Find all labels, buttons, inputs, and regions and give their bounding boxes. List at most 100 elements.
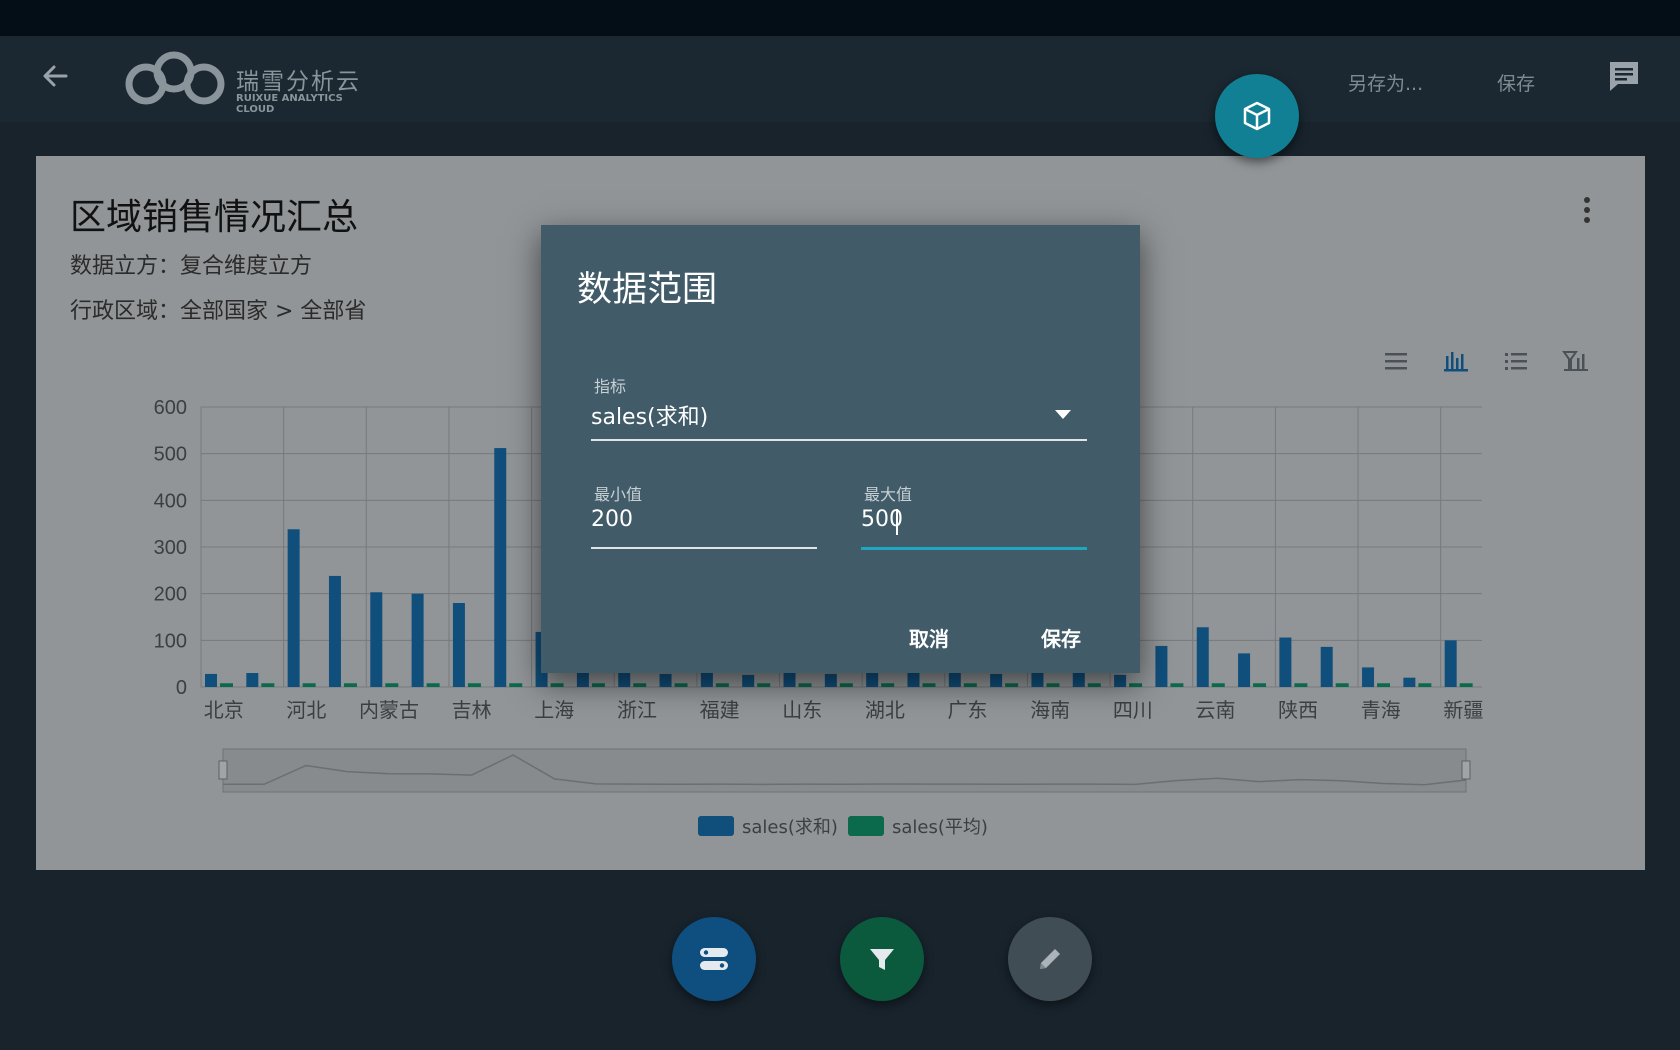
- min-value-field[interactable]: 200: [591, 507, 817, 543]
- min-value-text: 200: [591, 507, 633, 532]
- edit-button[interactable]: [1008, 917, 1092, 1001]
- metric-select-value: sales(求和): [591, 405, 709, 430]
- metric-label: 指标: [594, 377, 627, 396]
- max-value-underline: [861, 547, 1087, 550]
- status-bar: [0, 0, 1680, 36]
- x-tick-label: 广东: [948, 698, 988, 722]
- bar-sales-sum: [700, 673, 713, 687]
- filter-icon: [870, 949, 894, 970]
- bar-sales-avg: [1294, 683, 1308, 687]
- logo-text: 瑞雪分析云: [236, 69, 361, 95]
- bar-sales-sum: [328, 575, 341, 687]
- bar-sales-sum: [1155, 645, 1168, 687]
- zoom-handle-left: [218, 760, 228, 780]
- chevron-down-icon: [1055, 410, 1071, 419]
- x-tick-label: 山东: [782, 698, 822, 722]
- cube-icon: [1243, 101, 1271, 131]
- bar-sales-avg: [1377, 683, 1391, 687]
- bar-sales-sum: [246, 673, 259, 687]
- bar-sales-avg: [1459, 683, 1473, 687]
- x-tick-label: 陕西: [1278, 698, 1318, 722]
- x-tick-label: 新疆: [1443, 698, 1483, 722]
- x-tick-label: 湖北: [865, 698, 905, 722]
- filter-button[interactable]: [840, 917, 924, 1001]
- dialog-save-button[interactable]: 保存: [1041, 623, 1081, 652]
- logo-mark: [125, 51, 225, 105]
- max-value-field[interactable]: 500: [861, 507, 1087, 543]
- bar-sales-avg: [963, 683, 977, 687]
- bar-sales-avg: [302, 683, 316, 687]
- bar-sales-sum: [1238, 653, 1251, 687]
- legend-label: sales(求和): [742, 817, 838, 838]
- x-tick-label: 浙江: [617, 698, 657, 722]
- bar-sales-avg: [385, 683, 399, 687]
- bar-sales-avg: [674, 683, 688, 687]
- x-tick-label: 福建: [700, 698, 740, 722]
- bar-sales-sum: [1403, 677, 1416, 687]
- bar-sales-avg: [757, 683, 771, 687]
- bar-sales-sum: [494, 448, 507, 687]
- cube-button[interactable]: [1215, 74, 1299, 158]
- bar-sales-sum: [1031, 673, 1044, 687]
- back-arrow-icon: [43, 65, 68, 87]
- legend-swatch: [848, 816, 884, 836]
- metric-underline: [591, 439, 1087, 441]
- data-range-dialog: 数据范围 指标 sales(求和) 最小值 200 最大值 500 取消 保存: [541, 225, 1140, 673]
- bar-sales-avg: [1087, 683, 1101, 687]
- bar-sales-avg: [467, 683, 481, 687]
- bar-sales-avg: [591, 683, 605, 687]
- data-icon: [700, 948, 728, 970]
- bar-sales-avg: [922, 683, 936, 687]
- bar-sales-avg: [220, 683, 233, 687]
- legend-swatch: [698, 816, 734, 836]
- min-value-underline: [591, 547, 817, 549]
- y-tick-label: 100: [154, 630, 187, 652]
- bar-sales-avg: [426, 683, 440, 687]
- x-tick-label: 海南: [1030, 698, 1070, 722]
- bar-sales-sum: [1196, 627, 1209, 687]
- bar-sales-avg: [1129, 683, 1143, 687]
- bar-sales-avg: [550, 683, 564, 687]
- bar-sales-sum: [287, 529, 300, 687]
- y-tick-label: 500: [154, 444, 187, 466]
- x-tick-label: 云南: [1195, 698, 1235, 722]
- bar-sales-avg: [343, 683, 357, 687]
- bar-sales-sum: [866, 671, 879, 687]
- logo-subtitle: RUIXUE ANALYTICS CLOUD: [236, 93, 343, 115]
- data-button[interactable]: [672, 917, 756, 1001]
- bar-sales-avg: [798, 683, 812, 687]
- bar-sales-sum: [824, 673, 837, 687]
- bar-sales-sum: [618, 673, 631, 687]
- y-tick-label: 600: [154, 397, 187, 419]
- x-tick-label: 吉林: [452, 698, 492, 722]
- bar-sales-sum: [990, 673, 1003, 687]
- y-tick-label: 0: [176, 677, 187, 699]
- legend-label: sales(平均): [892, 817, 988, 838]
- bar-sales-avg: [839, 683, 853, 687]
- bar-sales-avg: [509, 683, 523, 687]
- chat-button[interactable]: [1604, 56, 1644, 96]
- dialog-title: 数据范围: [577, 270, 718, 310]
- bar-sales-sum: [370, 592, 383, 687]
- save-button[interactable]: 保存: [1497, 69, 1535, 96]
- bar-sales-sum: [1444, 640, 1457, 687]
- x-tick-label: 四川: [1113, 698, 1153, 722]
- save-as-button[interactable]: 另存为...: [1348, 69, 1423, 96]
- metric-select[interactable]: sales(求和): [591, 399, 1087, 437]
- bar-sales-sum: [1114, 674, 1127, 687]
- bar-sales-sum: [948, 673, 961, 687]
- x-tick-label: 河北: [286, 698, 326, 722]
- max-value-label: 最大值: [864, 485, 913, 504]
- bar-sales-avg: [1418, 683, 1432, 687]
- y-tick-label: 400: [154, 490, 187, 512]
- bar-sales-avg: [1211, 683, 1225, 687]
- zoom-slider-track: [222, 748, 1467, 793]
- chat-icon: [1610, 62, 1638, 91]
- bar-sales-avg: [881, 683, 895, 687]
- min-value-label: 最小值: [594, 485, 643, 504]
- bar-sales-sum: [411, 593, 424, 687]
- bar-sales-sum: [1320, 646, 1333, 687]
- back-button[interactable]: [36, 56, 76, 96]
- cancel-button[interactable]: 取消: [909, 623, 949, 652]
- x-tick-label: 内蒙古: [359, 698, 419, 722]
